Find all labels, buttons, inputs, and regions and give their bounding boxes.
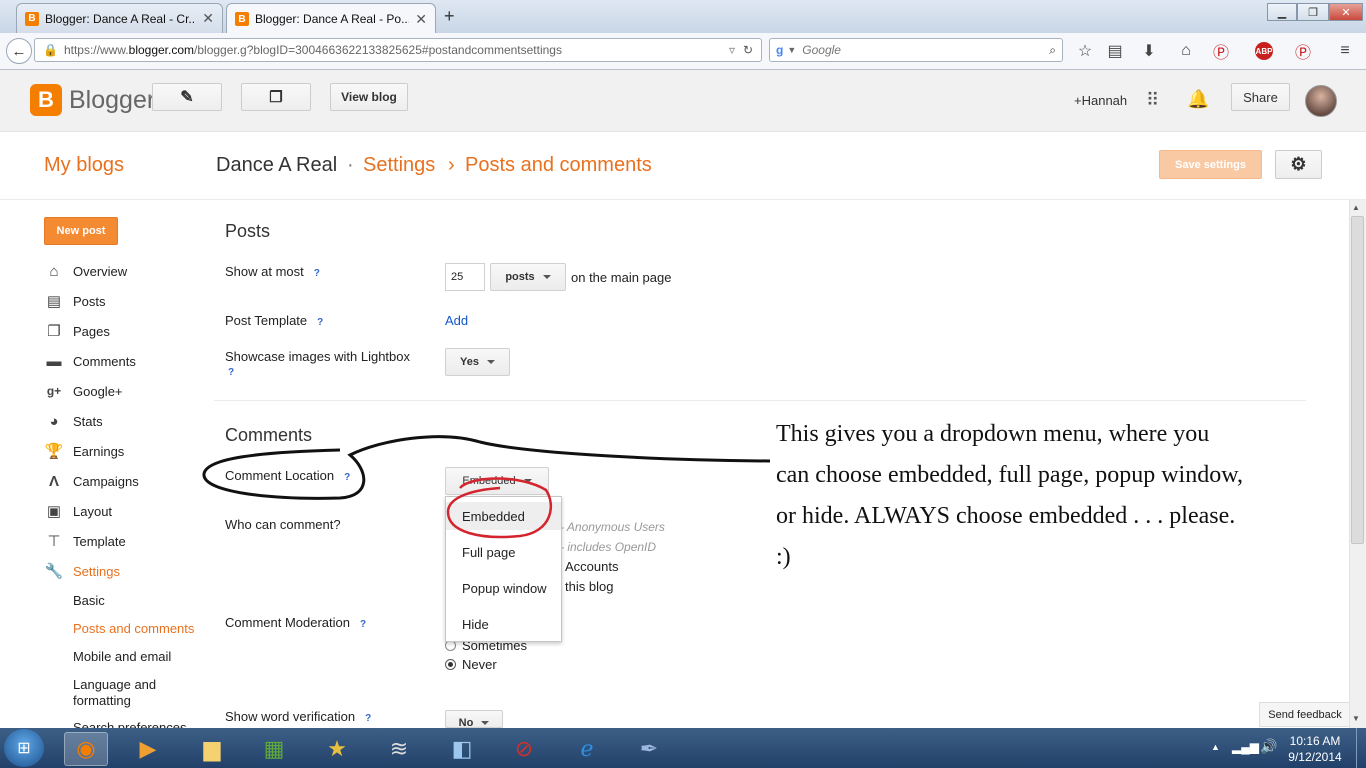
show-desktop-button[interactable]: [1356, 728, 1366, 768]
blocked-icon[interactable]: ⊘: [502, 732, 546, 766]
taskbar-clock[interactable]: 10:16 AM 9/12/2014: [1280, 733, 1350, 765]
scroll-up-icon[interactable]: ▲: [1352, 203, 1360, 212]
firefox-icon[interactable]: ◉: [64, 732, 108, 766]
red-circle-scribble: [446, 477, 553, 539]
tray-expand-icon[interactable]: ▲: [1211, 742, 1220, 752]
send-feedback-button[interactable]: Send feedback: [1259, 702, 1351, 727]
annotation-text: This gives you a dropdown menu, where yo…: [776, 421, 1243, 570]
volume-icon[interactable]: 🔊: [1260, 738, 1277, 755]
scroll-down-icon[interactable]: ▼: [1352, 714, 1360, 723]
audio-editor-icon[interactable]: ≋: [377, 732, 421, 766]
media-player-icon[interactable]: ▶: [126, 732, 170, 766]
annotation-scribbles: [202, 435, 771, 539]
folder-icon[interactable]: ▆: [190, 732, 234, 766]
movie-maker-icon[interactable]: ★: [315, 732, 359, 766]
pen-tool-icon[interactable]: ✒: [627, 732, 671, 766]
signal-icon[interactable]: ▂▄▆: [1232, 740, 1259, 754]
spreadsheet-icon[interactable]: ▦: [252, 732, 296, 766]
clock-date: 9/12/2014: [1288, 750, 1342, 764]
windows-start-icon[interactable]: ⊞: [4, 729, 44, 767]
internet-explorer-icon[interactable]: ℯ: [565, 732, 609, 766]
scrollbar-thumb[interactable]: [1351, 216, 1364, 544]
window-manager-icon[interactable]: ◧: [440, 732, 484, 766]
clock-time: 10:16 AM: [1289, 734, 1341, 748]
